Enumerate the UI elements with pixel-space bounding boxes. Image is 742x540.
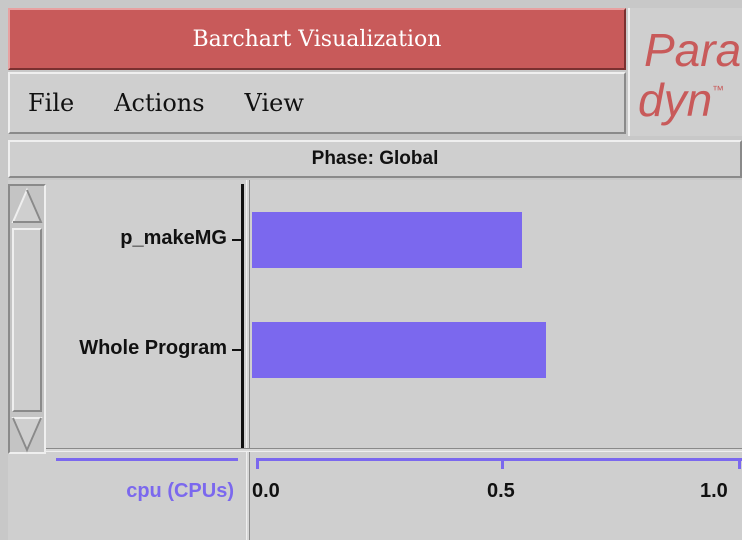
x-axis-tick [738, 458, 741, 469]
bar-p-makemg [252, 212, 522, 268]
bar-labels-panel: p_makeMG Whole Program [48, 184, 244, 448]
menu-view[interactable]: View [245, 89, 304, 117]
vertical-divider[interactable] [246, 180, 250, 540]
triangle-up-icon [11, 187, 43, 223]
logo-trademark: ™ [712, 83, 724, 97]
phase-label: Phase: Global [311, 148, 439, 169]
x-axis-tick-label: 0.0 [252, 480, 280, 502]
bar-label: Whole Program [79, 337, 227, 359]
logo-line2: dyn [638, 74, 712, 126]
paradyn-logo-mark: Para dyn ™ [638, 24, 741, 126]
metric-label[interactable]: cpu (CPUs) [56, 480, 234, 503]
menu-file[interactable]: File [28, 89, 74, 117]
scroll-down-button[interactable] [10, 414, 44, 454]
x-axis-tick [256, 458, 259, 469]
scroll-up-button[interactable] [10, 186, 44, 226]
menu-bar: File Actions View [8, 72, 626, 134]
window-title: Barchart Visualization [192, 26, 442, 52]
x-axis-tick [501, 458, 504, 469]
bar-whole-program [252, 322, 546, 378]
logo-line1: Para [644, 24, 741, 76]
metric-color-line [56, 458, 238, 461]
horizontal-divider[interactable] [46, 448, 742, 452]
bar-label-tick [232, 239, 241, 241]
menu-actions[interactable]: Actions [114, 89, 204, 117]
x-axis-tick-label: 0.5 [487, 480, 515, 502]
triangle-down-icon [11, 417, 43, 453]
x-axis-tick-label: 1.0 [700, 480, 728, 502]
bar-plot [252, 184, 742, 446]
x-axis-line [256, 458, 742, 461]
scrollbar-thumb[interactable] [12, 228, 42, 412]
bar-label-tick [232, 349, 241, 351]
phase-header: Phase: Global [8, 140, 742, 178]
paradyn-logo: Para dyn ™ [628, 8, 742, 136]
window-title-bar[interactable]: Barchart Visualization [8, 8, 626, 70]
bar-label: p_makeMG [120, 227, 227, 249]
